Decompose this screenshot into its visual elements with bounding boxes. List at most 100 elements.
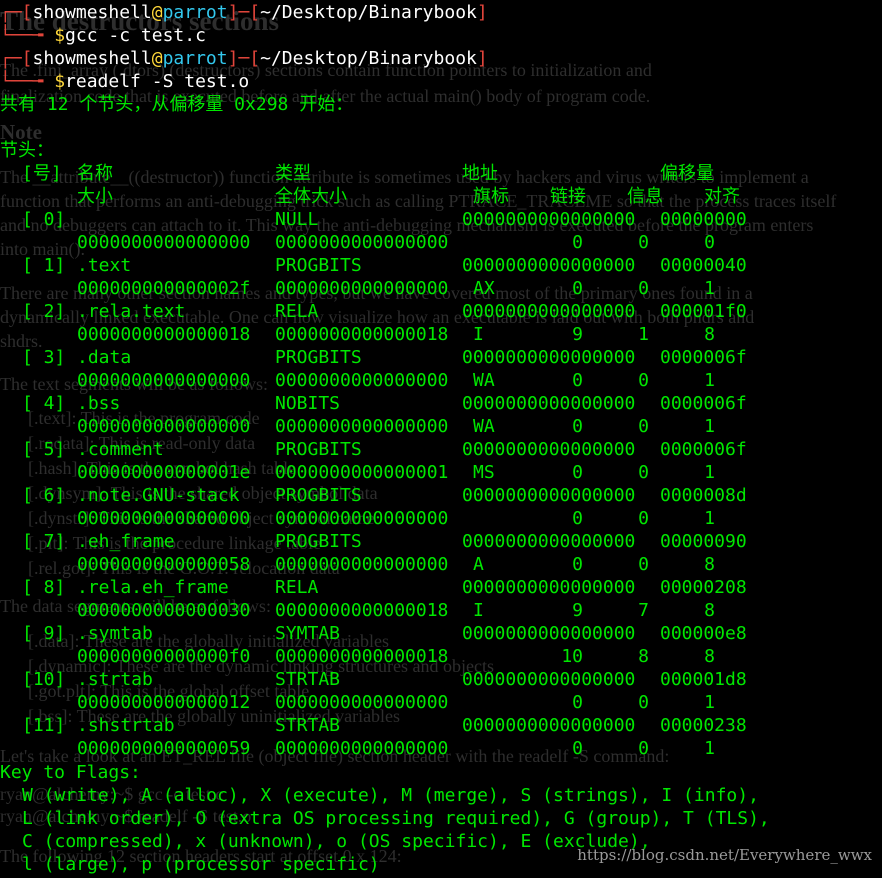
section-entsize: 0000000000000000 — [275, 370, 449, 391]
section-size: 0000000000000000 — [77, 370, 251, 391]
section-name: .text — [77, 255, 132, 276]
section-type: PROGBITS — [275, 531, 362, 552]
section-align: 1 — [704, 692, 715, 713]
section-link: 10 — [561, 646, 583, 667]
section-size: 0000000000000059 — [77, 738, 251, 759]
table-row: [ 2] .rela.text RELA 0000000000000000 000001… — [0, 300, 882, 323]
section-info: 8 — [638, 646, 649, 667]
section-type: RELA — [275, 301, 319, 322]
section-name: .strtab — [77, 669, 153, 690]
section-number: [11] — [22, 715, 66, 736]
section-align: 1 — [704, 416, 715, 437]
section-type: RELA — [275, 577, 319, 598]
table-row: 0000000000000018 0000000000000018 I 9 1 8 — [0, 323, 882, 346]
prompt-path: ~/Desktop/Binarybook — [260, 48, 477, 69]
section-link: 0 — [572, 370, 583, 391]
section-align: 8 — [704, 646, 715, 667]
section-number: [ 7] — [22, 531, 66, 552]
section-number: [ 1] — [22, 255, 66, 276]
flags-key-line: L (link order), O (extra OS processing r… — [22, 808, 770, 829]
table-row: 00000000000000f0 0000000000000018 10 8 8 — [0, 645, 882, 668]
section-name: .rela.eh_frame — [77, 577, 229, 598]
watermark: https://blog.csdn.net/Everywhere_wwx — [577, 846, 872, 864]
table-row: 0000000000000000 0000000000000000 0 0 0 — [0, 231, 882, 254]
section-offset: 0000006f — [660, 439, 747, 460]
section-offset: 0000006f — [660, 347, 747, 368]
section-name: .symtab — [77, 623, 153, 644]
col-link-header: 链接 — [550, 186, 586, 207]
flags-key-line: C (compressed), x (unknown), o (OS speci… — [22, 831, 651, 852]
section-address: 0000000000000000 — [462, 393, 636, 414]
command-line: └──╼ $gcc -c test.c — [0, 25, 206, 46]
section-address: 0000000000000000 — [462, 577, 636, 598]
col-flags-header: 旗标 — [473, 186, 509, 207]
table-row: [ 9] .symtab SYMTAB 0000000000000000 000000e… — [0, 622, 882, 645]
section-type: PROGBITS — [275, 255, 362, 276]
section-entsize: 0000000000000001 — [275, 462, 449, 483]
terminal-window[interactable]: ┌─[showmeshell@parrot]─[~/Desktop/Binary… — [0, 0, 882, 878]
section-number: [ 2] — [22, 301, 66, 322]
section-align: 0 — [704, 232, 715, 253]
table-row: 0000000000000059 0000000000000000 0 0 1 — [0, 737, 882, 760]
section-number: [ 4] — [22, 393, 66, 414]
section-info: 0 — [638, 370, 649, 391]
section-entsize: 0000000000000000 — [275, 278, 449, 299]
section-size: 000000000000002f — [77, 278, 251, 299]
table-row: [ 5] .comment PROGBITS 0000000000000000 0000… — [0, 438, 882, 461]
prompt-user: showmeshell — [32, 48, 152, 69]
prompt-at: @ — [151, 48, 163, 69]
col-align-header: 对齐 — [704, 186, 740, 207]
command-line: └──╼ $readelf -S test.o — [0, 71, 250, 92]
flags-key-title: Key to Flags: — [0, 762, 141, 783]
section-info: 0 — [638, 232, 649, 253]
section-link: 9 — [572, 600, 583, 621]
section-align: 8 — [704, 600, 715, 621]
section-number: [ 0] — [22, 209, 66, 230]
section-address: 0000000000000000 — [462, 485, 636, 506]
section-type: NOBITS — [275, 393, 341, 414]
section-number: [ 9] — [22, 623, 66, 644]
section-address: 0000000000000000 — [462, 255, 636, 276]
section-offset: 00000000 — [660, 209, 747, 230]
section-info: 0 — [638, 738, 649, 759]
section-align: 8 — [704, 324, 715, 345]
table-header-row: [号] 名称 类型 地址 偏移量 — [0, 162, 882, 185]
section-name: .shstrtab — [77, 715, 175, 736]
section-flags: AX — [473, 278, 495, 299]
section-info: 0 — [638, 278, 649, 299]
section-size: 0000000000000012 — [77, 692, 251, 713]
section-address: 0000000000000000 — [462, 715, 636, 736]
section-size: 0000000000000030 — [77, 600, 251, 621]
section-number: [ 6] — [22, 485, 66, 506]
section-type: SYMTAB — [275, 623, 341, 644]
section-type: PROGBITS — [275, 485, 362, 506]
table-row: 000000000000002f 0000000000000000 AX 0 0 1 — [0, 277, 882, 300]
section-address: 0000000000000000 — [462, 669, 636, 690]
section-link: 0 — [572, 462, 583, 483]
table-row: 0000000000000000 0000000000000000 WA 0 0 1 — [0, 415, 882, 438]
section-entsize: 0000000000000000 — [275, 738, 449, 759]
section-link: 0 — [572, 738, 583, 759]
section-info: 0 — [638, 554, 649, 575]
section-size: 0000000000000058 — [77, 554, 251, 575]
section-entsize: 0000000000000018 — [275, 600, 449, 621]
table-row: 000000000000001e 0000000000000001 MS 0 0 1 — [0, 461, 882, 484]
col-offset-header: 偏移量 — [660, 163, 714, 184]
prompt-path: ~/Desktop/Binarybook — [260, 2, 477, 23]
output-summary: 共有 12 个节头，从偏移量 0x298 开始： — [0, 94, 354, 115]
section-address: 0000000000000000 — [462, 623, 636, 644]
prompt-user: showmeshell — [32, 2, 152, 23]
section-align: 1 — [704, 278, 715, 299]
section-link: 0 — [572, 554, 583, 575]
section-type: PROGBITS — [275, 439, 362, 460]
section-size: 0000000000000000 — [77, 232, 251, 253]
section-entsize: 0000000000000000 — [275, 692, 449, 713]
section-address: 0000000000000000 — [462, 439, 636, 460]
col-num-header: [号] — [22, 163, 62, 184]
section-align: 1 — [704, 462, 715, 483]
section-offset: 00000238 — [660, 715, 747, 736]
col-name-header: 名称 — [77, 163, 113, 184]
section-info: 0 — [638, 508, 649, 529]
section-offset: 0000006f — [660, 393, 747, 414]
section-entsize: 0000000000000018 — [275, 646, 449, 667]
